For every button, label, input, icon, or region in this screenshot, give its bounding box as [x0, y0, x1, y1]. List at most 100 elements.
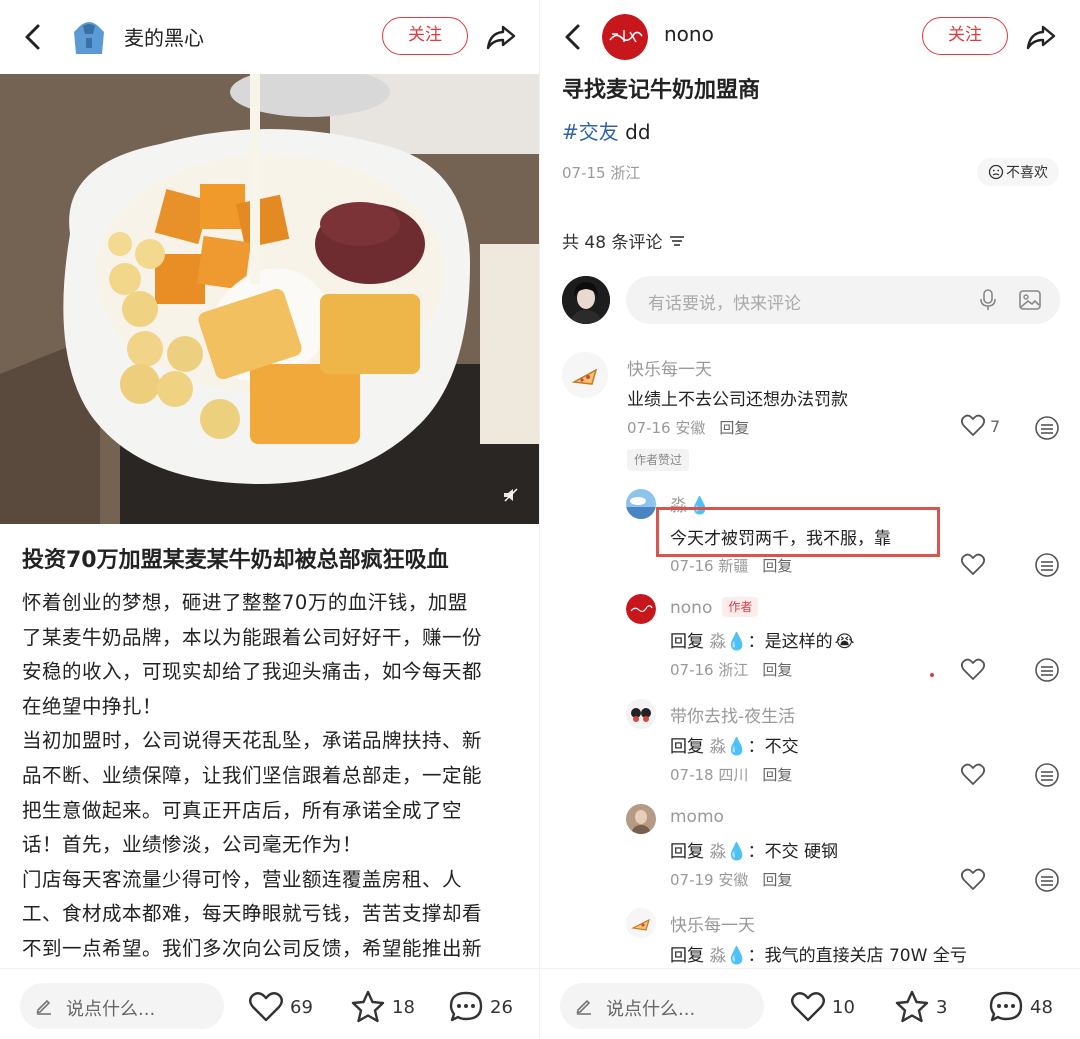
commenter-avatar[interactable]: [626, 908, 656, 938]
pen-icon: [36, 999, 51, 1015]
microphone-icon[interactable]: [978, 288, 998, 312]
dislike-button[interactable]: 不喜欢: [977, 158, 1059, 186]
say-something-input[interactable]: 说点什么...: [560, 983, 764, 1029]
reply-link[interactable]: 回复: [719, 419, 749, 437]
reply-to-name[interactable]: 淼: [709, 737, 726, 757]
comment-like-button[interactable]: [960, 763, 986, 787]
cartoon-avatar-icon: [626, 699, 656, 729]
post-body-line: 门店每天客流量少得可怜，营业额连覆盖房租、人: [22, 867, 463, 891]
hashtag-link[interactable]: #交友: [562, 120, 619, 144]
right-bottom-bar: 说点什么... 10 3 48: [540, 968, 1080, 1039]
reply-link[interactable]: 回复: [762, 661, 792, 679]
reply-prefix: 回复: [670, 842, 704, 862]
reply-text: ：我气的直接关店 70W 全亏: [747, 946, 967, 966]
follow-button[interactable]: 关注: [382, 17, 468, 55]
back-arrow-icon[interactable]: [560, 20, 586, 54]
collect-button[interactable]: 18: [350, 987, 415, 1027]
commenter-name[interactable]: 带你去找-夜生活: [670, 702, 795, 727]
comment-placeholder: 有话要说，快来评论: [648, 294, 801, 314]
water-drop-icon: 💧: [726, 737, 748, 757]
heart-icon: [960, 763, 986, 785]
comment-like-button[interactable]: [960, 553, 986, 577]
comment-button[interactable]: 48: [988, 987, 1053, 1027]
comment-text: 业绩上不去公司还想办法罚款: [627, 390, 848, 410]
post-body-line: 不到一点希望。我们多次向公司反馈，希望能推出新: [22, 936, 483, 960]
commenter-avatar[interactable]: [626, 804, 656, 834]
comment-meta: 07-19 安徽 回复: [670, 869, 792, 890]
author-avatar[interactable]: [602, 14, 648, 60]
author-name[interactable]: 麦的黑心: [124, 22, 204, 51]
reply-to-name[interactable]: 淼: [709, 632, 726, 652]
reply-to-name[interactable]: 淼: [709, 946, 726, 966]
reply-prefix: 回复: [670, 632, 704, 652]
comment-like-button[interactable]: [960, 868, 986, 892]
reply-link[interactable]: 回复: [762, 871, 792, 889]
heart-icon: [791, 992, 825, 1022]
say-placeholder: 说点什么...: [606, 999, 696, 1020]
commenter-avatar[interactable]: [626, 489, 656, 519]
person-photo-avatar-icon: [626, 804, 656, 834]
reply-link[interactable]: 回复: [762, 557, 792, 575]
red-dot-mark: [930, 673, 934, 677]
commenter-name[interactable]: 快乐每一天: [670, 911, 755, 936]
dessert-bowl-image: [0, 74, 540, 524]
left-post-panel: 麦的黑心 关注 投资70万加盟某麦某牛奶却被总部疯狂吸血 怀着创业的梦想，砸进了…: [0, 0, 540, 1039]
left-bottom-bar: 说点什么... 69 18 26: [0, 968, 540, 1039]
more-options-icon[interactable]: [1034, 762, 1060, 788]
commenter-avatar[interactable]: [562, 352, 608, 398]
share-icon[interactable]: [1024, 20, 1058, 54]
follow-button[interactable]: 关注: [922, 17, 1008, 55]
post-body-line: 话！首先，业绩惨淡，公司毫无作为！: [22, 833, 363, 857]
right-top-bar: nono 关注: [540, 0, 1080, 74]
commenter-avatar[interactable]: [626, 699, 656, 729]
heart-icon: [960, 414, 986, 436]
comment-like-button[interactable]: 7: [960, 414, 1000, 438]
comment-meta: 07-18 四川 回复: [670, 764, 792, 785]
say-placeholder: 说点什么...: [66, 999, 156, 1020]
heart-icon: [960, 658, 986, 680]
author-avatar[interactable]: [66, 14, 112, 60]
more-options-icon[interactable]: [1034, 657, 1060, 683]
comment-date: 07-18 四川: [670, 766, 749, 784]
comment-count: 48: [1030, 996, 1053, 1018]
star-count: 3: [936, 996, 948, 1018]
image-icon[interactable]: [1018, 289, 1042, 311]
commenter-name[interactable]: 快乐每一天: [627, 355, 712, 380]
share-icon[interactable]: [484, 20, 518, 54]
commenter-name[interactable]: momo: [670, 807, 724, 827]
back-arrow-icon[interactable]: [20, 20, 46, 54]
comment-date: 07-16 安徽: [627, 419, 706, 437]
comment-bubble-icon: [449, 991, 483, 1022]
post-body-line: 在绝望中挣扎！: [22, 694, 163, 718]
reply-link[interactable]: 回复: [762, 766, 792, 784]
my-avatar[interactable]: [562, 276, 610, 324]
highlight-annotation-box: [656, 507, 940, 557]
like-button[interactable]: 10: [790, 987, 855, 1027]
say-something-input[interactable]: 说点什么...: [20, 983, 224, 1029]
sound-muted-icon[interactable]: [502, 486, 520, 504]
like-button[interactable]: 69: [248, 987, 313, 1027]
red-logo-avatar-icon: [602, 14, 648, 60]
reply-text: ：是这样的: [747, 632, 833, 652]
comment-input[interactable]: 有话要说，快来评论: [626, 276, 1060, 324]
star-count: 18: [392, 996, 415, 1018]
comment-button[interactable]: 26: [448, 987, 513, 1027]
post-body-line: 当初加盟时，公司说得天花乱坠，承诺品牌扶持、新: [22, 729, 483, 753]
comment-like-button[interactable]: [960, 658, 986, 682]
collect-button[interactable]: 3: [894, 987, 947, 1027]
author-name[interactable]: nono: [664, 22, 714, 46]
post-body-line: 工、食材成本都难，每天睁眼就亏钱，苦苦支撑却看: [22, 902, 483, 926]
reply-to-name[interactable]: 淼: [709, 842, 726, 862]
comment-count-header[interactable]: 共 48 条评论: [562, 228, 686, 253]
comment-like-count: 7: [990, 416, 1001, 436]
more-options-icon[interactable]: [1034, 867, 1060, 893]
comment-count-label: 共 48 条评论: [562, 233, 663, 253]
more-options-icon[interactable]: [1034, 552, 1060, 578]
water-drop-icon: 💧: [726, 946, 748, 966]
post-photo[interactable]: [0, 74, 540, 524]
more-options-icon[interactable]: [1034, 415, 1060, 441]
reply-prefix: 回复: [670, 946, 704, 966]
water-drop-icon: 💧: [726, 842, 748, 862]
commenter-name[interactable]: nono 作者: [670, 597, 759, 618]
commenter-avatar[interactable]: [626, 594, 656, 624]
